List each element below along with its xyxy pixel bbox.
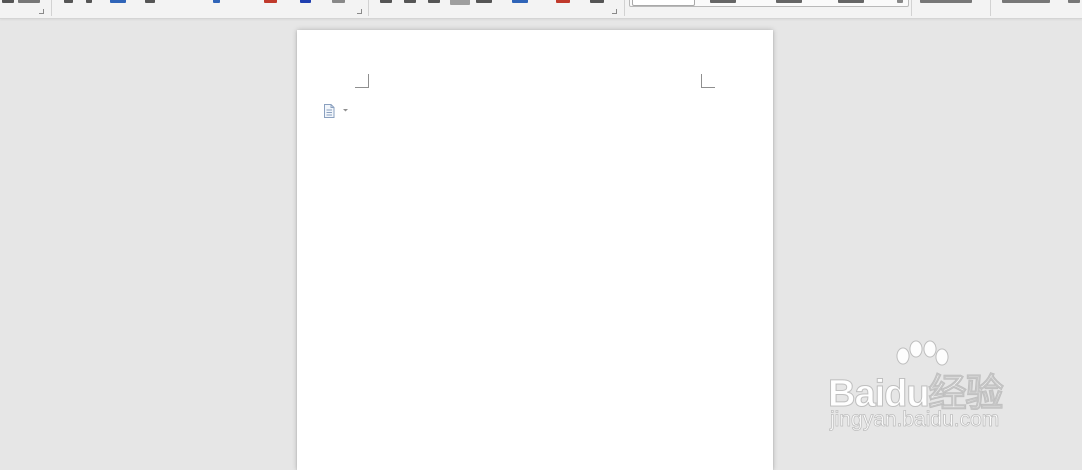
- align-center-icon[interactable]: [404, 0, 416, 3]
- new-style-button[interactable]: [920, 0, 972, 3]
- align-right-icon[interactable]: [428, 0, 440, 3]
- format-painter-icon[interactable]: [2, 0, 14, 3]
- shading-icon[interactable]: [590, 0, 604, 3]
- text-effects-icon[interactable]: [213, 0, 220, 3]
- ribbon-separator: [911, 0, 912, 16]
- font-dialog-launcher[interactable]: [357, 9, 362, 14]
- italic-icon[interactable]: [86, 0, 92, 3]
- style-heading-3[interactable]: [838, 0, 864, 3]
- style-heading-1[interactable]: [710, 0, 736, 3]
- document-page[interactable]: [297, 30, 773, 470]
- line-spacing-icon[interactable]: [512, 0, 528, 3]
- highlight-color-icon[interactable]: [264, 0, 277, 3]
- ribbon-separator: [51, 0, 52, 16]
- paste-options-icon: [324, 104, 348, 118]
- borders-icon[interactable]: [556, 0, 570, 3]
- font-color-icon[interactable]: [300, 0, 311, 3]
- ribbon-separator: [624, 0, 625, 16]
- select-button[interactable]: [1068, 0, 1080, 3]
- clipboard-label: [18, 0, 40, 3]
- baidu-jingyan-watermark: Baidu经验 jingyan.baidu.com: [828, 340, 1048, 440]
- paste-options-button[interactable]: [323, 103, 351, 119]
- ribbon-toolbar: [0, 0, 1082, 19]
- char-shading-icon[interactable]: [332, 0, 345, 3]
- strikethrough-icon[interactable]: [145, 0, 155, 3]
- style-heading-2[interactable]: [776, 0, 802, 3]
- chevron-down-icon: [343, 109, 348, 112]
- styles-more-icon[interactable]: [897, 0, 903, 3]
- underline-icon[interactable]: [110, 0, 126, 3]
- justify-icon[interactable]: [450, 0, 470, 5]
- margin-corner-top-right: [701, 74, 715, 88]
- distributed-align-icon[interactable]: [476, 0, 492, 3]
- bold-icon[interactable]: [64, 0, 73, 3]
- margin-corner-top-left: [355, 74, 369, 88]
- clipboard-dialog-launcher[interactable]: [39, 9, 44, 14]
- paragraph-dialog-launcher[interactable]: [612, 9, 617, 14]
- ribbon-separator: [990, 0, 991, 16]
- style-normal-selected[interactable]: [632, 0, 695, 6]
- watermark-url: jingyan.baidu.com: [830, 408, 1000, 432]
- align-left-icon[interactable]: [380, 0, 392, 3]
- ribbon-separator: [368, 0, 369, 16]
- find-replace-button[interactable]: [1002, 0, 1050, 3]
